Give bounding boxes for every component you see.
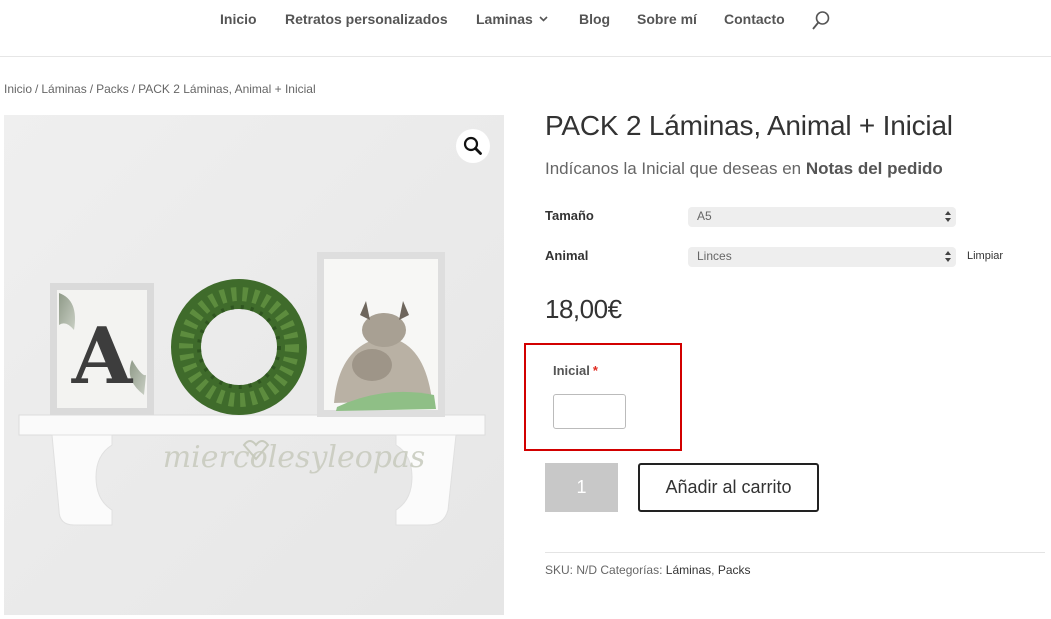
breadcrumb-separator: / (131, 82, 136, 96)
product-image[interactable]: A miercolesyleopas (4, 115, 504, 615)
size-select[interactable]: A5 (688, 207, 956, 227)
breadcrumb-separator: / (89, 82, 94, 96)
reset-variations-link[interactable]: Limpiar (967, 250, 1003, 262)
meta-divider (545, 552, 1045, 553)
breadcrumb-current: PACK 2 Láminas, Animal + Inicial (138, 82, 316, 96)
categories-label: Categorías: (600, 563, 663, 577)
zoom-button[interactable] (456, 129, 490, 163)
inicial-label-text: Inicial (553, 363, 590, 378)
required-mark: * (592, 363, 598, 378)
sku-value: N/D (576, 563, 598, 577)
product-meta: SKU: N/D Categorías: Láminas, Packs (545, 563, 751, 577)
product-title: PACK 2 Láminas, Animal + Inicial (545, 110, 953, 141)
breadcrumb-laminas[interactable]: Láminas (41, 82, 86, 96)
inicial-input[interactable] (553, 394, 626, 429)
nav-item-retratos[interactable]: Retratos personalizados (285, 11, 448, 27)
inicial-field-label: Inicial * (553, 363, 598, 378)
category-link-packs[interactable]: Packs (718, 563, 751, 577)
search-icon[interactable] (811, 10, 831, 32)
nav-item-sobre-mi[interactable]: Sobre mí (637, 11, 697, 27)
category-link-laminas[interactable]: Láminas (666, 563, 711, 577)
subtitle-text: Indícanos la Inicial que deseas en (545, 159, 802, 178)
product-subtitle: Indícanos la Inicial que deseas en Notas… (545, 159, 943, 179)
magnifier-icon (463, 136, 482, 155)
nav-item-contacto[interactable]: Contacto (724, 11, 785, 27)
breadcrumb-separator: / (35, 82, 39, 96)
size-select-value: A5 (697, 209, 712, 223)
quantity-input[interactable]: 1 (545, 463, 618, 512)
subtitle-emphasis: Notas del pedido (805, 159, 943, 178)
sku-label: SKU: (545, 563, 574, 577)
product-price: 18,00€ (545, 294, 622, 324)
watermark-text: miercolesyleopas (163, 440, 426, 475)
breadcrumb-inicio[interactable]: Inicio (4, 82, 32, 96)
print-letter: A (71, 311, 134, 402)
add-to-cart-button[interactable]: Añadir al carrito (638, 463, 819, 512)
main-navigation: Inicio Retratos personalizados Laminas B… (0, 0, 1051, 57)
select-arrows-icon (945, 251, 951, 262)
breadcrumb: Inicio / Láminas / Packs / PACK 2 Láminas, Ani… (4, 82, 316, 96)
breadcrumb-packs[interactable]: Packs (96, 82, 129, 96)
nav-item-blog[interactable]: Blog (579, 11, 610, 27)
select-arrows-icon (945, 211, 951, 222)
animal-select-value: Linces (697, 249, 732, 263)
variation-label-animal: Animal (545, 248, 589, 263)
category-separator: , (711, 563, 715, 577)
nav-item-laminas-label: Laminas (476, 11, 533, 27)
animal-select[interactable]: Linces (688, 247, 956, 267)
nav-item-laminas[interactable]: Laminas (476, 11, 548, 27)
variation-label-tamano: Tamaño (545, 208, 594, 223)
product-photo: A miercolesyleopas (4, 115, 504, 615)
nav-item-inicio[interactable]: Inicio (220, 11, 257, 27)
chevron-down-icon (539, 16, 548, 22)
